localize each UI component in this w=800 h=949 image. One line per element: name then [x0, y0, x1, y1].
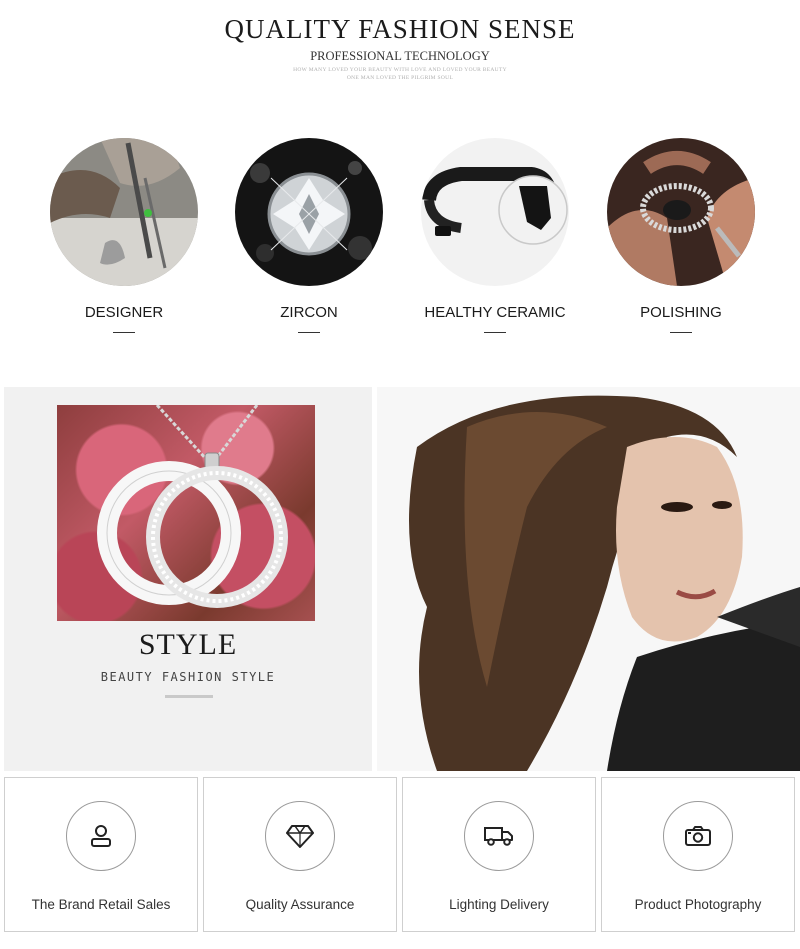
- service-card-delivery: Lighting Delivery: [402, 777, 596, 932]
- double-ring-pendant-photo: [57, 405, 315, 621]
- diamond-icon: [286, 825, 314, 848]
- page-subtitle: PROFESSIONAL TECHNOLOGY: [310, 49, 490, 63]
- icon-ring: [663, 801, 733, 871]
- feature-label: POLISHING: [640, 304, 722, 321]
- divider: [298, 332, 320, 333]
- style-panel: STYLE BEAUTY FASHION STYLE: [4, 387, 372, 771]
- feature-label: DESIGNER: [84, 304, 164, 321]
- feature-designer: DESIGNER: [49, 138, 199, 333]
- fashion-model-photo: [377, 387, 800, 771]
- fine-print-line: ONE MAN LOVED THE PILGRIM SOUL: [346, 75, 454, 81]
- feature-polishing: POLISHING: [606, 138, 756, 333]
- icon-ring: [265, 801, 335, 871]
- truck-icon: [484, 827, 513, 846]
- polishing-photo: [607, 138, 755, 286]
- feature-zircon: ZIRCON: [234, 138, 384, 333]
- fine-print-line: HOW MANY LOVED YOUR BEAUTY WITH LOVE AND…: [293, 67, 507, 73]
- service-card-quality: Quality Assurance: [203, 777, 397, 932]
- divider: [113, 332, 135, 333]
- camera-icon: [685, 826, 711, 846]
- user-icon: [91, 825, 111, 847]
- zircon-photo: [235, 138, 383, 286]
- style-subtitle: BEAUTY FASHION STYLE: [100, 670, 276, 684]
- service-label: Product Photography: [634, 897, 762, 912]
- service-label: Lighting Delivery: [449, 897, 549, 912]
- divider: [165, 695, 213, 698]
- divider: [484, 332, 506, 333]
- page-title: QUALITY FASHION SENSE: [224, 14, 576, 44]
- designer-photo: [50, 138, 198, 286]
- feature-healthy-ceramic: HEALTHY CERAMIC: [420, 138, 570, 333]
- feature-label: ZIRCON: [280, 304, 338, 321]
- service-card-retail: The Brand Retail Sales: [4, 777, 198, 932]
- service-label: Quality Assurance: [245, 897, 355, 912]
- ceramic-ring-photo: [421, 138, 569, 286]
- icon-ring: [66, 801, 136, 871]
- icon-ring: [464, 801, 534, 871]
- style-title: STYLE: [138, 628, 238, 661]
- feature-label: HEALTHY CERAMIC: [424, 304, 566, 321]
- divider: [670, 332, 692, 333]
- service-label: The Brand Retail Sales: [31, 897, 171, 912]
- service-card-photography: Product Photography: [601, 777, 795, 932]
